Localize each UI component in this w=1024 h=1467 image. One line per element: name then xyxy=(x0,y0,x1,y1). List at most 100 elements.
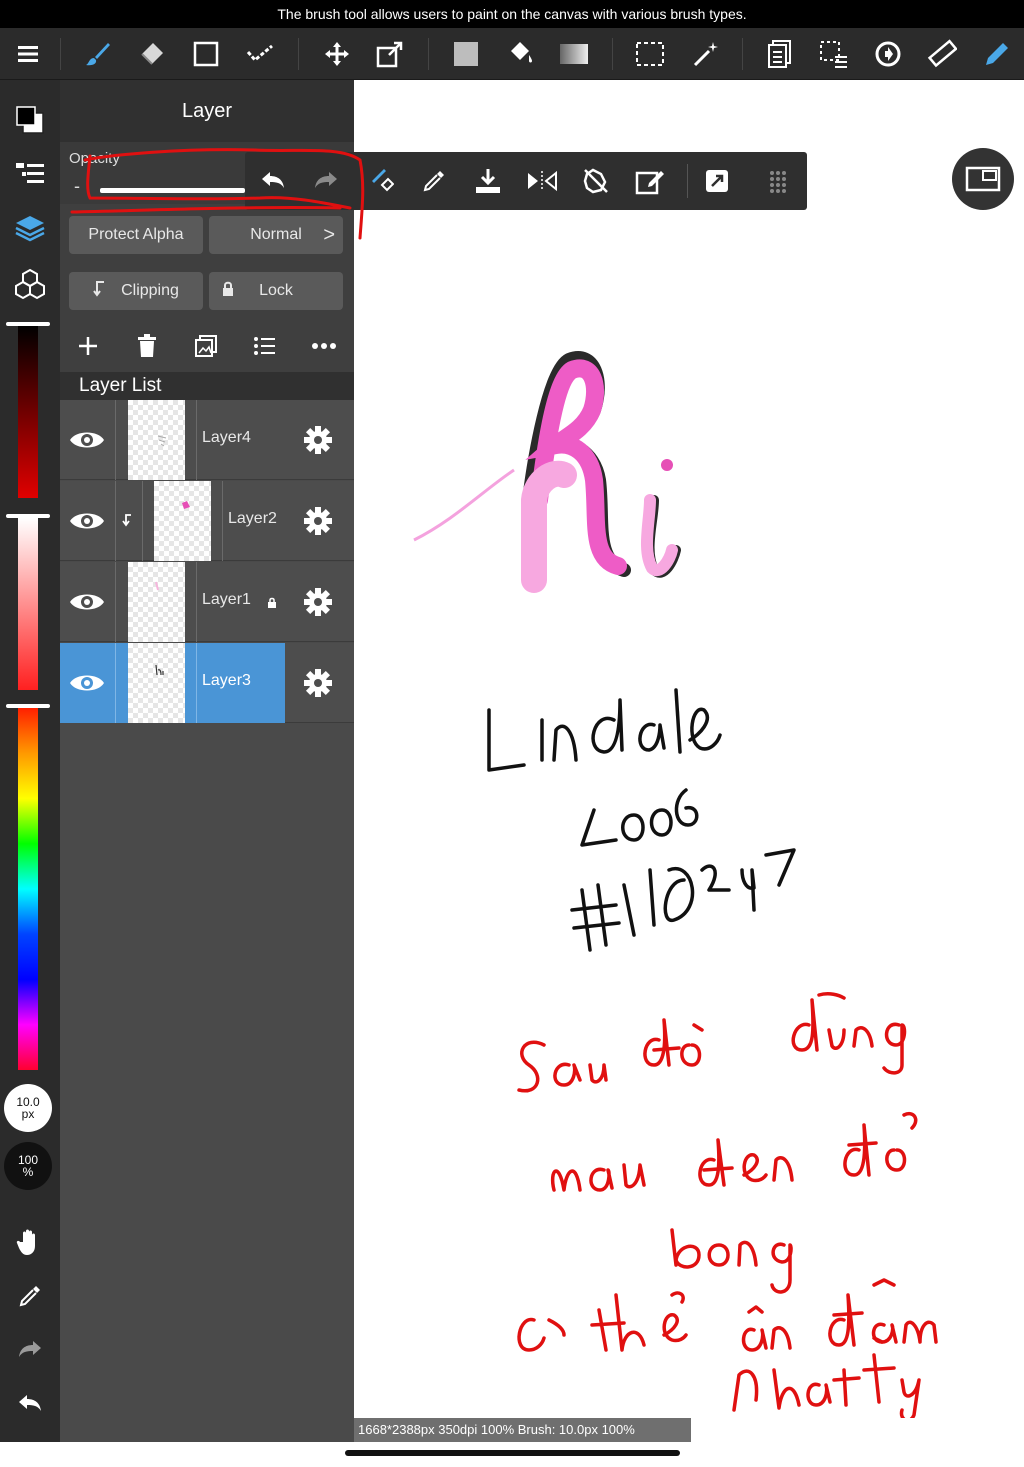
layer-name: Layer2 xyxy=(228,510,277,527)
checkmark-icon[interactable] xyxy=(242,36,278,72)
layers-icon[interactable] xyxy=(10,208,50,248)
bucket-icon[interactable] xyxy=(502,36,538,72)
eye-icon[interactable] xyxy=(66,420,108,460)
color-swatch-icon[interactable] xyxy=(10,100,50,140)
layer-row-selected[interactable]: Layer3 xyxy=(60,643,354,723)
rotate-reset-icon[interactable] xyxy=(578,163,614,199)
redo-icon[interactable] xyxy=(10,1330,50,1370)
brush-opacity-unit: % xyxy=(22,1165,34,1179)
layer-row-main[interactable]: Layer3 xyxy=(60,643,285,723)
layer-panel: Layer Opacity - Protect Alpha Normal > C… xyxy=(60,80,354,1442)
brush-size-badge[interactable]: 10.0 px xyxy=(4,1084,52,1132)
hue-slider-knob[interactable] xyxy=(6,704,50,708)
flip-horizontal-icon[interactable] xyxy=(524,163,560,199)
menu-icon[interactable] xyxy=(10,36,46,72)
brush-icon[interactable] xyxy=(80,36,116,72)
saturation-slider[interactable] xyxy=(18,518,38,690)
home-indicator xyxy=(345,1450,680,1456)
layer-row[interactable]: Layer2 xyxy=(60,481,354,561)
layer-row[interactable]: Layer1 xyxy=(60,562,354,642)
eyedropper-icon[interactable] xyxy=(10,1276,50,1316)
layer-panel-title: Layer xyxy=(60,80,354,142)
toolbar-divider xyxy=(298,38,299,70)
add-layer-icon[interactable] xyxy=(70,328,106,364)
layer-list-icon[interactable] xyxy=(10,154,50,194)
fill-rect-icon[interactable] xyxy=(448,36,484,72)
gear-icon[interactable] xyxy=(300,665,336,701)
tooltip-caption: The brush tool allows users to paint on … xyxy=(0,0,1024,28)
selection-icon[interactable] xyxy=(632,36,668,72)
layer-row-main[interactable]: Layer4 xyxy=(60,400,285,480)
grid-handle-icon[interactable] xyxy=(760,163,796,199)
saturation-slider-knob[interactable] xyxy=(6,514,50,518)
toolbar-divider xyxy=(742,38,743,70)
hand-icon[interactable] xyxy=(10,1222,50,1262)
brush-size-unit: px xyxy=(21,1107,35,1121)
gear-icon[interactable] xyxy=(300,584,336,620)
layer-divider xyxy=(115,562,116,642)
eye-icon[interactable] xyxy=(66,582,108,622)
select-layer-icon[interactable] xyxy=(816,36,852,72)
duplicate-layer-icon[interactable] xyxy=(188,328,224,364)
lock-icon xyxy=(221,281,235,302)
undo-icon[interactable] xyxy=(10,1384,50,1424)
layer-lock-icon xyxy=(267,596,277,614)
clipping-arrow-icon xyxy=(93,280,107,303)
eraser-icon[interactable] xyxy=(134,36,170,72)
eye-icon[interactable] xyxy=(66,501,108,541)
handwriting-red xyxy=(517,992,938,1418)
eye-icon[interactable] xyxy=(66,663,108,703)
fullscreen-icon[interactable] xyxy=(699,163,735,199)
materials-cube-icon[interactable] xyxy=(10,264,50,304)
layer-divider xyxy=(115,643,116,723)
layer-row-main[interactable]: Layer1 xyxy=(60,562,285,642)
layer-thumbnail xyxy=(128,400,185,480)
download-icon[interactable] xyxy=(470,163,506,199)
layer-divider xyxy=(142,481,143,561)
move-icon[interactable] xyxy=(319,36,355,72)
canvas-artwork[interactable] xyxy=(354,80,1024,1418)
artwork-stroke xyxy=(521,460,577,593)
toolbar-divider xyxy=(60,38,61,70)
magic-wand-icon[interactable] xyxy=(688,36,724,72)
reference-window-button[interactable] xyxy=(952,148,1014,210)
left-tool-strip: 10.0 px 100 % xyxy=(0,80,60,1442)
edit-frame-icon[interactable] xyxy=(632,163,668,199)
red-annotation-outline xyxy=(70,148,365,240)
pen-icon[interactable] xyxy=(978,36,1014,72)
handwriting-black xyxy=(487,688,796,952)
trash-icon[interactable] xyxy=(129,328,165,364)
brightness-slider[interactable] xyxy=(18,326,38,498)
layer-thumbnail xyxy=(128,643,185,723)
rotate-icon[interactable] xyxy=(870,36,906,72)
hue-slider[interactable] xyxy=(18,708,38,1070)
toolbar-divider xyxy=(428,38,429,70)
layer-thumbnail xyxy=(154,481,211,561)
eyedropper-icon[interactable] xyxy=(416,163,452,199)
clipping-button[interactable]: Clipping xyxy=(69,272,203,310)
artwork-stroke xyxy=(641,494,678,576)
app-root: The brush tool allows users to paint on … xyxy=(0,0,1024,1467)
more-options-icon[interactable] xyxy=(306,328,342,364)
lock-label: Lock xyxy=(259,282,293,299)
artwork-stroke xyxy=(413,468,515,542)
layer-name: Layer4 xyxy=(202,429,251,446)
brush-opacity-badge[interactable]: 100 % xyxy=(4,1142,52,1190)
clipping-label: Clipping xyxy=(121,282,179,299)
layer-divider xyxy=(196,400,197,480)
rectangle-select-icon[interactable] xyxy=(188,36,224,72)
transform-icon[interactable] xyxy=(372,36,408,72)
toolbar-divider xyxy=(612,38,613,70)
top-toolbar xyxy=(0,28,1024,80)
layers-copy-icon[interactable] xyxy=(762,36,798,72)
layer-thumbnail xyxy=(128,562,185,642)
ruler-icon[interactable] xyxy=(924,36,960,72)
lock-button[interactable]: Lock xyxy=(209,272,343,310)
list-options-icon[interactable] xyxy=(247,328,283,364)
brightness-slider-knob[interactable] xyxy=(6,322,50,326)
gradient-icon[interactable] xyxy=(556,36,592,72)
layer-row-main[interactable]: Layer2 xyxy=(60,481,285,561)
layer-row[interactable]: Layer4 xyxy=(60,400,354,480)
gear-icon[interactable] xyxy=(300,503,336,539)
gear-icon[interactable] xyxy=(300,422,336,458)
